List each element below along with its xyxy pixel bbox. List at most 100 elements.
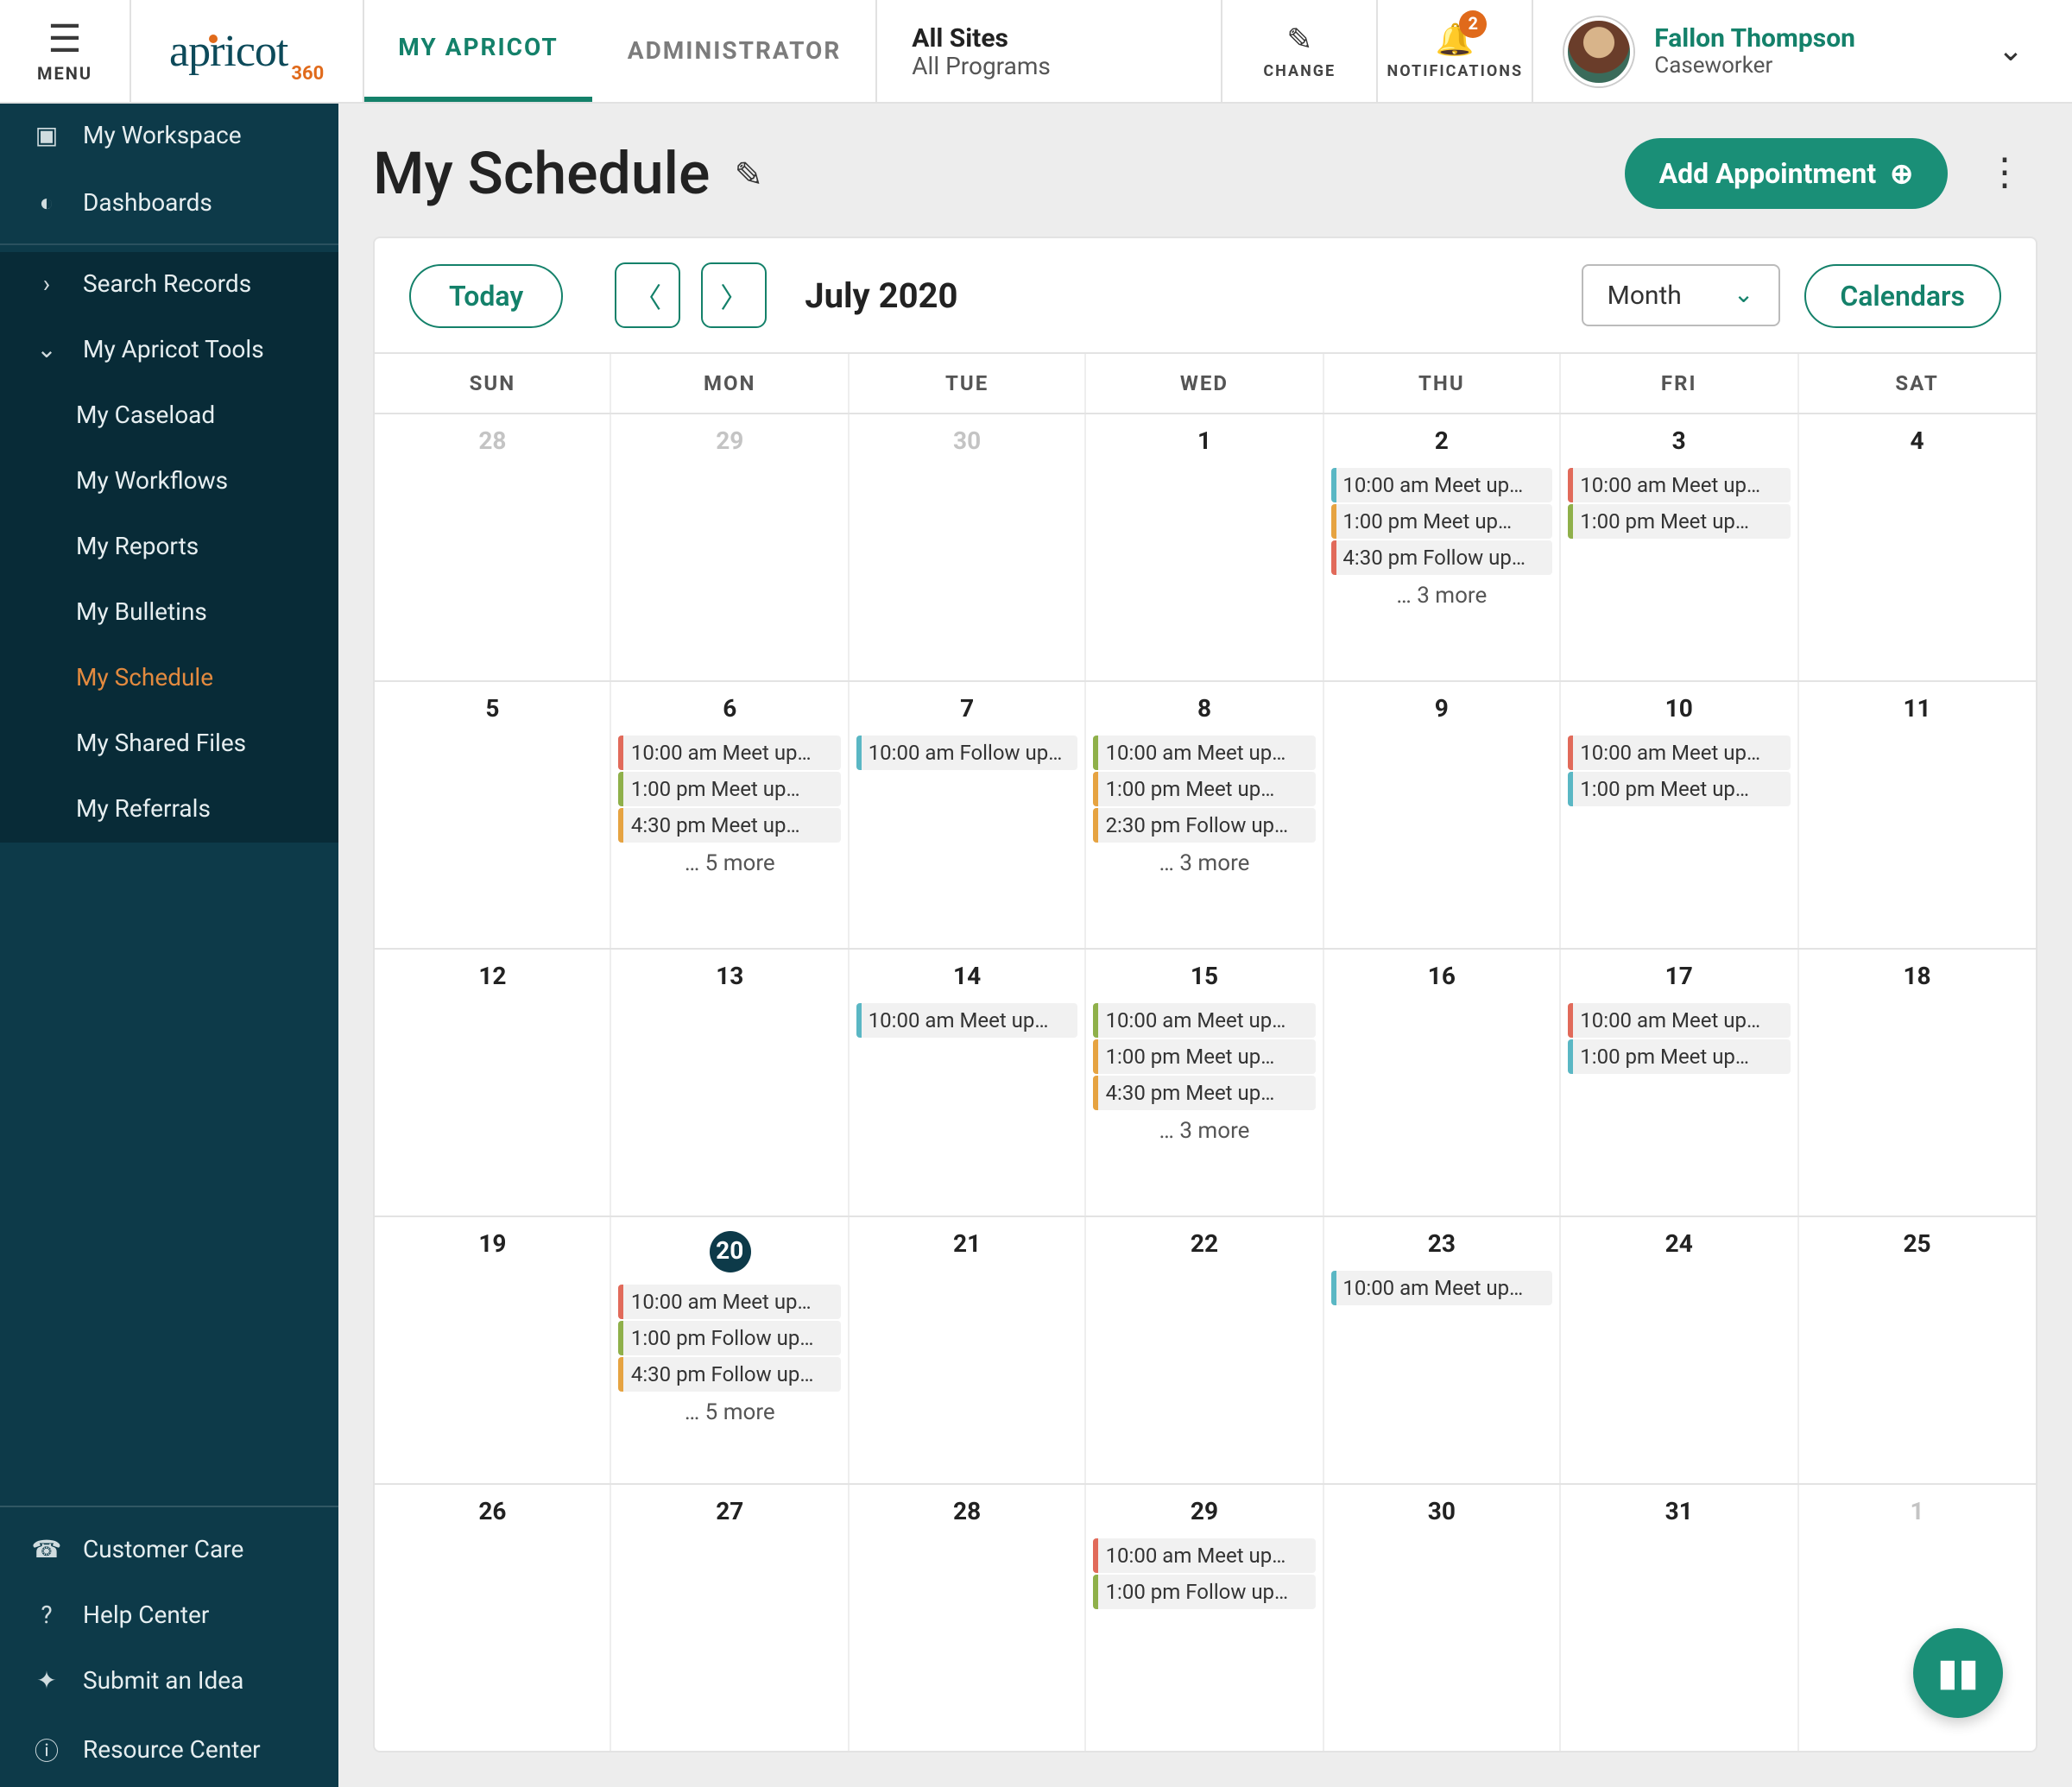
calendar-event[interactable]: 4:30 pm Follow up… xyxy=(1330,540,1552,575)
day-cell[interactable]: 1510:00 am Meet up…1:00 pm Meet up…4:30 … xyxy=(1087,950,1324,1216)
day-cell[interactable]: 25 xyxy=(1798,1217,2036,1483)
sidebar-item-dashboards[interactable]: ◐Dashboards xyxy=(0,169,338,237)
day-cell[interactable]: 2910:00 am Meet up…1:00 pm Follow up… xyxy=(1087,1485,1324,1751)
calendar-event[interactable]: 1:00 pm Meet up… xyxy=(619,772,841,806)
sidebar-item-search-records[interactable]: ›Search Records xyxy=(0,252,338,318)
calendar-event[interactable]: 1:00 pm Meet up… xyxy=(1094,1039,1316,1074)
notifications-button[interactable]: 🔔 2 NOTIFICATIONS xyxy=(1376,0,1532,102)
day-cell[interactable]: 2010:00 am Meet up…1:00 pm Follow up…4:3… xyxy=(612,1217,850,1483)
day-cell[interactable]: 610:00 am Meet up…1:00 pm Meet up…4:30 p… xyxy=(612,682,850,948)
change-button[interactable]: ✎ CHANGE xyxy=(1221,0,1376,102)
calendar-event[interactable]: 10:00 am Meet up… xyxy=(1330,468,1552,502)
calendar-event[interactable]: 1:00 pm Meet up… xyxy=(1568,1039,1790,1074)
calendars-button[interactable]: Calendars xyxy=(1804,263,2001,327)
sidebar-item-my-shared-files[interactable]: My Shared Files xyxy=(0,711,338,777)
day-cell[interactable]: 1010:00 am Meet up…1:00 pm Meet up… xyxy=(1561,682,1798,948)
sidebar-item-resource-center[interactable]: ⓘResource Center xyxy=(0,1714,338,1787)
calendar-event[interactable]: 1:00 pm Follow up… xyxy=(619,1321,841,1355)
more-events-link[interactable]: … 5 more xyxy=(616,1393,844,1433)
context-selector[interactable]: All Sites All Programs xyxy=(875,0,1221,102)
more-events-link[interactable]: … 3 more xyxy=(1090,1112,1319,1152)
more-events-link[interactable]: … 3 more xyxy=(1090,844,1319,884)
calendar-event[interactable]: 10:00 am Meet up… xyxy=(856,1003,1078,1038)
sidebar-item-my-workspace[interactable]: ▣My Workspace xyxy=(0,104,338,169)
calendar-event[interactable]: 10:00 am Meet up… xyxy=(1094,736,1316,770)
day-cell[interactable]: 210:00 am Meet up…1:00 pm Meet up…4:30 p… xyxy=(1323,414,1561,680)
calendar-event[interactable]: 4:30 pm Meet up… xyxy=(619,808,841,843)
sidebar-item-customer-care[interactable]: ☎Customer Care xyxy=(0,1518,338,1583)
day-cell[interactable]: 30 xyxy=(1323,1485,1561,1751)
day-cell[interactable]: 24 xyxy=(1561,1217,1798,1483)
calendar-event[interactable]: 4:30 pm Follow up… xyxy=(619,1357,841,1392)
day-cell[interactable]: 26 xyxy=(375,1485,612,1751)
sidebar-item-my-referrals[interactable]: My Referrals xyxy=(0,777,338,843)
calendar-event[interactable]: 10:00 am Meet up… xyxy=(1568,736,1790,770)
sidebar-item-submit-an-idea[interactable]: ✦Submit an Idea xyxy=(0,1649,338,1714)
view-select-value: Month xyxy=(1608,280,1682,311)
calendar-event[interactable]: 10:00 am Meet up… xyxy=(619,736,841,770)
day-cell[interactable]: 1710:00 am Meet up…1:00 pm Meet up… xyxy=(1561,950,1798,1216)
calendar-event[interactable]: 10:00 am Meet up… xyxy=(1330,1271,1552,1305)
day-cell[interactable]: 1 xyxy=(1798,1485,2036,1751)
day-cell[interactable]: 310:00 am Meet up…1:00 pm Meet up… xyxy=(1561,414,1798,680)
view-select[interactable]: Month ⌄ xyxy=(1582,264,1780,326)
sidebar-item-my-reports[interactable]: My Reports xyxy=(0,515,338,580)
calendar-event[interactable]: 1:00 pm Meet up… xyxy=(1568,504,1790,539)
today-button[interactable]: Today xyxy=(409,263,563,327)
menu-button[interactable]: ☰ MENU xyxy=(0,0,131,102)
day-cell[interactable]: 13 xyxy=(612,950,850,1216)
logo[interactable]: apricot 360 xyxy=(131,0,363,102)
user-menu[interactable]: Fallon Thompson Caseworker ⌄ xyxy=(1532,0,2072,102)
day-cell[interactable]: 27 xyxy=(612,1485,850,1751)
day-cell[interactable]: 30 xyxy=(850,414,1087,680)
chat-fab[interactable]: ▮▮ xyxy=(1913,1628,2003,1718)
calendar-event[interactable]: 10:00 am Meet up… xyxy=(619,1285,841,1319)
day-cell[interactable]: 18 xyxy=(1798,950,2036,1216)
calendar-event[interactable]: 10:00 am Meet up… xyxy=(1094,1003,1316,1038)
day-cell[interactable]: 28 xyxy=(375,414,612,680)
calendar-event[interactable]: 10:00 am Meet up… xyxy=(1568,468,1790,502)
calendar-event[interactable]: 1:00 pm Follow up… xyxy=(1094,1575,1316,1609)
day-cell[interactable]: 11 xyxy=(1798,682,2036,948)
calendar-event[interactable]: 1:00 pm Meet up… xyxy=(1330,504,1552,539)
sidebar-item-my-caseload[interactable]: My Caseload xyxy=(0,383,338,449)
calendar-event[interactable]: 1:00 pm Meet up… xyxy=(1568,772,1790,806)
calendar-event[interactable]: 4:30 pm Meet up… xyxy=(1094,1076,1316,1110)
calendar-event[interactable]: 10:00 am Meet up… xyxy=(1094,1538,1316,1573)
day-cell[interactable]: 1 xyxy=(1087,414,1324,680)
day-cell[interactable]: 1410:00 am Meet up… xyxy=(850,950,1087,1216)
prev-month-button[interactable]: 〈 xyxy=(615,262,680,328)
day-number: 10 xyxy=(1564,689,1793,734)
day-cell[interactable]: 28 xyxy=(850,1485,1087,1751)
day-cell[interactable]: 810:00 am Meet up…1:00 pm Meet up…2:30 p… xyxy=(1087,682,1324,948)
day-cell[interactable]: 2310:00 am Meet up… xyxy=(1323,1217,1561,1483)
sidebar-item-help-center[interactable]: ?Help Center xyxy=(0,1583,338,1649)
topnav-administrator[interactable]: ADMINISTRATOR xyxy=(593,0,876,102)
topnav-my-apricot[interactable]: MY APRICOT xyxy=(363,0,593,102)
day-cell[interactable]: 31 xyxy=(1561,1485,1798,1751)
day-cell[interactable]: 29 xyxy=(612,414,850,680)
day-cell[interactable]: 12 xyxy=(375,950,612,1216)
sidebar-item-my-apricot-tools[interactable]: ⌄My Apricot Tools xyxy=(0,318,338,383)
more-events-link[interactable]: … 5 more xyxy=(616,844,844,884)
sidebar-item-my-schedule[interactable]: My Schedule xyxy=(0,646,338,711)
edit-title-button[interactable]: ✎ xyxy=(734,153,763,194)
day-cell[interactable]: 5 xyxy=(375,682,612,948)
calendar-event[interactable]: 10:00 am Follow up… xyxy=(856,736,1078,770)
day-cell[interactable]: 4 xyxy=(1798,414,2036,680)
day-cell[interactable]: 19 xyxy=(375,1217,612,1483)
more-actions-button[interactable]: ⋮ xyxy=(1972,145,2037,202)
day-cell[interactable]: 22 xyxy=(1087,1217,1324,1483)
more-events-link[interactable]: … 3 more xyxy=(1327,577,1556,616)
sidebar-item-my-workflows[interactable]: My Workflows xyxy=(0,449,338,515)
next-month-button[interactable]: 〉 xyxy=(701,262,767,328)
day-cell[interactable]: 21 xyxy=(850,1217,1087,1483)
day-cell[interactable]: 710:00 am Follow up… xyxy=(850,682,1087,948)
calendar-event[interactable]: 1:00 pm Meet up… xyxy=(1094,772,1316,806)
day-cell[interactable]: 16 xyxy=(1323,950,1561,1216)
calendar-event[interactable]: 10:00 am Meet up… xyxy=(1568,1003,1790,1038)
sidebar-item-my-bulletins[interactable]: My Bulletins xyxy=(0,580,338,646)
add-appointment-button[interactable]: Add Appointment ⊕ xyxy=(1625,138,1948,209)
calendar-event[interactable]: 2:30 pm Follow up… xyxy=(1094,808,1316,843)
day-cell[interactable]: 9 xyxy=(1323,682,1561,948)
